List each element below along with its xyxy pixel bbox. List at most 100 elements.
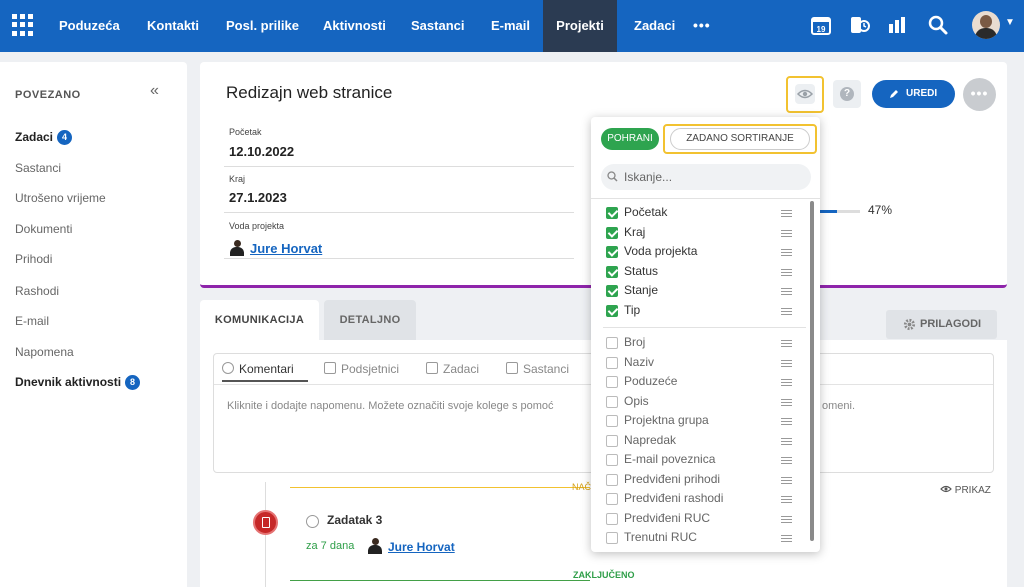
column-option-status[interactable]: Status	[606, 263, 796, 282]
column-option-trenutni-ruc[interactable]: Trenutni RUC	[606, 529, 796, 548]
column-checkbox[interactable]	[606, 473, 618, 486]
column-option-stanje[interactable]: Stanje	[606, 282, 796, 301]
column-option-pocetak[interactable]: Početak	[606, 204, 796, 223]
drag-handle-icon[interactable]	[781, 398, 792, 406]
sidebar-item-utroseno-vrijeme[interactable]: Utrošeno vrijeme	[15, 191, 106, 205]
tab-sastanci[interactable]: Sastanci	[506, 362, 569, 376]
sidebar-item-dnevnik-aktivnosti[interactable]: Dnevnik aktivnosti 8	[15, 375, 141, 390]
sidebar-item-rashodi[interactable]: Rashodi	[15, 284, 59, 298]
scrollbar[interactable]	[810, 201, 814, 541]
comment-placeholder[interactable]: Kliknite i dodajte napomenu. Možete ozna…	[227, 400, 554, 412]
drag-handle-icon[interactable]	[781, 418, 792, 425]
task-assignee-link[interactable]: Jure Horvat	[367, 538, 455, 554]
default-sort-button[interactable]: ZADANO SORTIRANJE	[670, 128, 810, 150]
apps-grid-icon[interactable]	[12, 14, 34, 36]
user-avatar[interactable]	[972, 11, 1000, 39]
nav-more-icon[interactable]: •••	[693, 0, 711, 50]
drag-handle-icon[interactable]	[781, 268, 792, 276]
drag-handle-icon[interactable]	[781, 457, 792, 464]
drag-handle-icon[interactable]	[781, 379, 792, 386]
help-button[interactable]: ?	[833, 80, 861, 108]
column-checkbox[interactable]	[606, 285, 618, 298]
drag-handle-icon[interactable]	[781, 437, 792, 445]
drag-handle-icon[interactable]	[781, 288, 792, 296]
drag-handle-icon[interactable]	[781, 535, 792, 542]
project-lead-link[interactable]: Jure Horvat	[229, 240, 322, 256]
nav-item-aktivnosti[interactable]: Aktivnosti	[323, 0, 386, 52]
save-button[interactable]: POHRANI	[601, 128, 659, 150]
more-options-button[interactable]: •••	[963, 78, 996, 111]
column-checkbox[interactable]	[606, 532, 618, 544]
nav-item-projekti[interactable]: Projekti	[543, 0, 617, 52]
drag-handle-icon[interactable]	[781, 308, 792, 315]
show-toggle[interactable]: PRIKAZ	[940, 484, 991, 496]
tab-detaljno[interactable]: DETALJNO	[324, 300, 416, 340]
tab-komunikacija[interactable]: KOMUNIKACIJA	[200, 300, 319, 340]
nav-item-posl-prilike[interactable]: Posl. prilike	[226, 0, 299, 52]
calendar-icon[interactable]: 19	[810, 14, 832, 36]
task-title[interactable]: Zadatak 3	[327, 513, 382, 527]
divider	[591, 198, 820, 199]
nav-item-zadaci[interactable]: Zadaci	[634, 0, 675, 52]
column-option-label: Stanje	[624, 283, 659, 298]
column-option-predvideni-prihodi[interactable]: Predviđeni prihodi	[606, 471, 796, 490]
column-checkbox[interactable]	[606, 415, 618, 427]
sidebar-item-email[interactable]: E-mail	[15, 314, 49, 328]
tab-zadaci[interactable]: Zadaci	[426, 362, 479, 376]
column-search-input[interactable]	[601, 164, 811, 190]
nav-item-sastanci[interactable]: Sastanci	[411, 0, 464, 52]
drag-handle-icon[interactable]	[781, 210, 792, 217]
column-option-kraj[interactable]: Kraj	[606, 224, 796, 243]
column-checkbox[interactable]	[606, 434, 618, 447]
column-option-opis[interactable]: Opis	[606, 393, 796, 412]
column-checkbox[interactable]	[606, 337, 618, 349]
column-checkbox[interactable]	[606, 305, 618, 317]
tab-komentari[interactable]: Komentari	[222, 362, 294, 376]
sidebar-item-prihodi[interactable]: Prihodi	[15, 252, 52, 266]
customize-button[interactable]: PRILAGODI	[886, 310, 997, 339]
column-checkbox[interactable]	[606, 265, 618, 278]
drag-handle-icon[interactable]	[781, 496, 792, 503]
nav-item-kontakti[interactable]: Kontakti	[147, 0, 199, 52]
column-option-tip[interactable]: Tip	[606, 302, 796, 321]
column-checkbox[interactable]	[606, 207, 618, 219]
tab-podsjetnici[interactable]: Podsjetnici	[324, 362, 399, 376]
column-checkbox[interactable]	[606, 395, 618, 408]
column-option-napredak[interactable]: Napredak	[606, 432, 796, 451]
drag-handle-icon[interactable]	[781, 249, 792, 257]
column-option-poduzece[interactable]: Poduzeće	[606, 373, 796, 392]
column-checkbox[interactable]	[606, 356, 618, 369]
column-checkbox[interactable]	[606, 376, 618, 388]
column-checkbox[interactable]	[606, 512, 618, 525]
column-option-voda-projekta[interactable]: Voda projekta	[606, 243, 796, 262]
sidebar-item-napomena[interactable]: Napomena	[15, 345, 74, 359]
column-option-projektna-grupa[interactable]: Projektna grupa	[606, 412, 796, 431]
column-option-broj[interactable]: Broj	[606, 334, 796, 353]
collapse-icon[interactable]: «	[150, 82, 159, 100]
search-icon[interactable]	[927, 14, 949, 36]
chevron-down-icon[interactable]: ▼	[1005, 17, 1015, 28]
column-checkbox[interactable]	[606, 454, 618, 466]
reports-chart-icon[interactable]	[886, 14, 908, 36]
column-checkbox[interactable]	[606, 226, 618, 239]
edit-button[interactable]: UREDI	[872, 80, 955, 108]
drag-handle-icon[interactable]	[781, 359, 792, 367]
column-option-predvideni-ruc[interactable]: Predviđeni RUC	[606, 510, 796, 529]
sidebar-item-dokumenti[interactable]: Dokumenti	[15, 222, 72, 236]
column-checkbox[interactable]	[606, 493, 618, 505]
sidebar-item-zadaci[interactable]: Zadaci 4	[15, 130, 73, 145]
nav-item-email[interactable]: E-mail	[491, 0, 530, 52]
column-option-e-mail-poveznica[interactable]: E-mail poveznica	[606, 451, 796, 470]
nav-item-poduzeca[interactable]: Poduzeća	[59, 0, 120, 52]
phone-call-icon[interactable]	[849, 14, 871, 36]
task-complete-checkbox[interactable]	[306, 515, 319, 528]
view-columns-button[interactable]	[786, 76, 824, 113]
drag-handle-icon[interactable]	[781, 229, 792, 237]
column-option-naziv[interactable]: Naziv	[606, 354, 796, 373]
drag-handle-icon[interactable]	[781, 340, 792, 347]
column-checkbox[interactable]	[606, 246, 618, 259]
sidebar-item-sastanci[interactable]: Sastanci	[15, 161, 61, 175]
drag-handle-icon[interactable]	[781, 476, 792, 484]
drag-handle-icon[interactable]	[781, 515, 792, 523]
column-option-predvideni-rashodi[interactable]: Predviđeni rashodi	[606, 490, 796, 509]
